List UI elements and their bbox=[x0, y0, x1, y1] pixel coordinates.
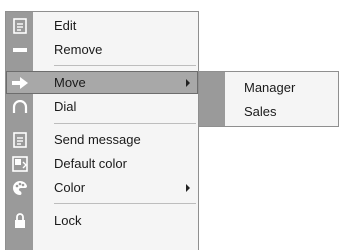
menu-item-send-message[interactable]: Send message bbox=[6, 128, 198, 151]
default-color-icon bbox=[6, 152, 33, 175]
menu-item-remove[interactable]: Remove bbox=[6, 38, 198, 61]
menu-separator bbox=[54, 203, 196, 204]
menu-item-label: Move bbox=[54, 75, 86, 90]
lock-icon bbox=[6, 209, 33, 232]
menu-item-dial[interactable]: Dial bbox=[6, 95, 198, 118]
menu-item-label: Edit bbox=[54, 18, 77, 33]
menu-item-lock[interactable]: Lock bbox=[6, 209, 198, 232]
context-menu: Edit Remove Move Dial Send message Defau… bbox=[5, 11, 199, 250]
menu-item-move[interactable]: Move bbox=[6, 71, 198, 94]
message-icon bbox=[6, 128, 33, 151]
menu-item-label: Remove bbox=[54, 42, 103, 57]
menu-item-label: Lock bbox=[54, 213, 82, 228]
edit-icon bbox=[6, 14, 33, 37]
submenu-arrow-icon bbox=[186, 79, 190, 87]
submenu-item-manager[interactable]: Manager bbox=[199, 76, 338, 98]
menu-item-color[interactable]: Color bbox=[6, 176, 198, 199]
submenu-item-label: Manager bbox=[244, 80, 296, 95]
menu-separator bbox=[54, 123, 196, 124]
move-submenu: Manager Sales bbox=[198, 71, 339, 127]
menu-separator bbox=[54, 65, 196, 66]
remove-icon bbox=[6, 38, 33, 61]
submenu-item-sales[interactable]: Sales bbox=[199, 100, 338, 122]
dial-icon bbox=[6, 95, 33, 118]
move-arrow-icon bbox=[6, 71, 33, 94]
menu-item-label: Color bbox=[54, 180, 86, 195]
submenu-arrow-icon bbox=[186, 184, 190, 192]
menu-item-label: Dial bbox=[54, 99, 77, 114]
menu-item-label: Send message bbox=[54, 132, 141, 147]
menu-item-default-color[interactable]: Default color bbox=[6, 152, 198, 175]
menu-item-edit[interactable]: Edit bbox=[6, 14, 198, 37]
menu-item-label: Default color bbox=[54, 156, 127, 171]
submenu-item-label: Sales bbox=[244, 104, 277, 119]
palette-icon bbox=[6, 176, 33, 199]
